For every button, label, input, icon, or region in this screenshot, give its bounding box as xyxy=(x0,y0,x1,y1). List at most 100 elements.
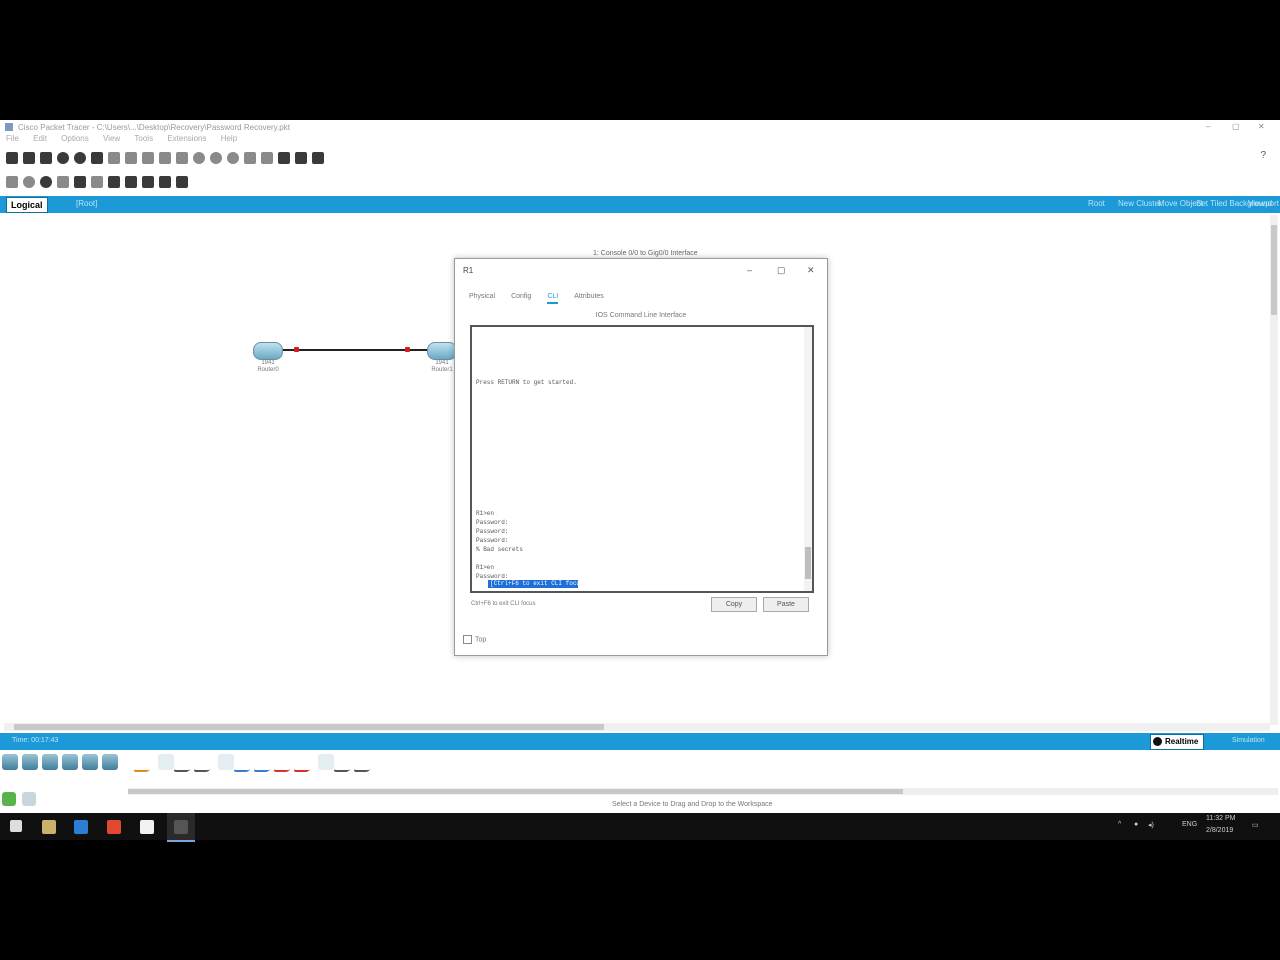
minimize-button[interactable]: – xyxy=(1206,122,1210,131)
redo-icon[interactable] xyxy=(176,152,188,164)
dialog-tabs: Physical Config CLI Attributes xyxy=(469,293,604,304)
freeform-icon[interactable] xyxy=(142,176,154,188)
palette-scrollbar[interactable] xyxy=(128,788,1278,795)
switches-icon[interactable] xyxy=(22,792,36,806)
cli-console[interactable]: Press RETURN to get started. R1>en Passw… xyxy=(470,325,814,593)
notepad-icon[interactable] xyxy=(140,820,154,834)
device-name-label: Router0 xyxy=(257,367,279,373)
app-icon xyxy=(5,123,13,131)
tab-physical[interactable]: Physical xyxy=(469,293,495,304)
simulation-button[interactable]: Simulation xyxy=(1232,737,1265,744)
file-explorer-icon[interactable] xyxy=(42,820,56,834)
console-selected-text: [Ctrl+F6 to exit CLI focus] xyxy=(490,580,588,587)
top-checkbox[interactable]: Top xyxy=(463,635,486,644)
open-icon[interactable] xyxy=(23,152,35,164)
taskbar-date[interactable]: 2/8/2019 xyxy=(1206,827,1233,834)
start-icon[interactable] xyxy=(10,820,22,832)
device-router1[interactable]: 1941 Router1 xyxy=(427,342,457,374)
language-indicator[interactable]: ENG xyxy=(1182,821,1197,828)
time-bar: Time: 00:17:43 Realtime Simulation xyxy=(0,733,1280,750)
cli-focus-hint: Ctrl+F6 to exit CLI focus xyxy=(471,601,536,607)
menu-tools[interactable]: Tools xyxy=(134,134,153,143)
menu-options[interactable]: Options xyxy=(61,134,89,143)
resize-shape-icon[interactable] xyxy=(57,176,69,188)
root-path: [Root] xyxy=(76,199,98,208)
zoom-in-icon[interactable] xyxy=(193,152,205,164)
auto-connect-icon[interactable] xyxy=(132,754,160,772)
menu-help[interactable]: Help xyxy=(221,134,237,143)
routers-icon[interactable] xyxy=(2,792,16,806)
menu-file[interactable]: File xyxy=(6,134,19,143)
network-devices-icon[interactable] xyxy=(2,754,18,770)
tab-config[interactable]: Config xyxy=(511,293,531,304)
menu-edit[interactable]: Edit xyxy=(33,134,47,143)
dialog-close-button[interactable]: ✕ xyxy=(807,265,815,276)
volume-tray-icon[interactable]: ◂) xyxy=(1148,821,1154,829)
notification-icon[interactable]: ▭ xyxy=(1252,821,1259,829)
menu-view[interactable]: View xyxy=(103,134,120,143)
link-endpoint-left xyxy=(294,347,299,352)
tray-chevron-icon[interactable]: ^ xyxy=(1118,821,1121,828)
taskbar-time[interactable]: 11:32 PM xyxy=(1206,815,1235,822)
draw-rectangle-icon[interactable] xyxy=(108,176,120,188)
console-line: % Bad secrets xyxy=(476,546,523,553)
save-icon[interactable] xyxy=(40,152,52,164)
copy-button[interactable]: Copy xyxy=(711,597,757,612)
device-dialog-icon[interactable] xyxy=(295,152,307,164)
edge-icon[interactable] xyxy=(74,820,88,834)
custom-devices-icon[interactable] xyxy=(261,152,273,164)
realtime-button[interactable]: Realtime xyxy=(1150,734,1205,750)
new-icon[interactable] xyxy=(6,152,18,164)
phone-icon[interactable] xyxy=(278,152,290,164)
components-icon[interactable] xyxy=(42,754,58,770)
checkbox-icon[interactable] xyxy=(463,635,472,644)
zoom-reset-icon[interactable] xyxy=(210,152,222,164)
end-devices-icon[interactable] xyxy=(22,754,38,770)
router-icon xyxy=(427,342,457,360)
close-button[interactable]: ✕ xyxy=(1258,122,1265,131)
undo-icon[interactable] xyxy=(159,152,171,164)
tab-cli[interactable]: CLI xyxy=(547,293,559,304)
add-complex-pdu-icon[interactable] xyxy=(176,176,188,188)
paste-icon[interactable] xyxy=(142,152,154,164)
network-tray-icon[interactable]: ● xyxy=(1134,821,1138,828)
paste-button[interactable]: Paste xyxy=(763,597,809,612)
tab-logical[interactable]: Logical xyxy=(6,197,48,213)
drawing-palette-icon[interactable] xyxy=(244,152,256,164)
octal-cable-icon[interactable] xyxy=(318,754,334,770)
add-simple-pdu-icon[interactable] xyxy=(159,176,171,188)
note-icon[interactable] xyxy=(74,176,86,188)
multiuser-icon[interactable] xyxy=(102,754,118,770)
dialog-maximize-button[interactable]: ▢ xyxy=(777,265,786,276)
network-info-icon[interactable] xyxy=(91,152,103,164)
device-router0[interactable]: 1941 Router0 xyxy=(253,342,283,374)
custom-device-icon[interactable] xyxy=(108,152,120,164)
print-icon[interactable] xyxy=(57,152,69,164)
select-icon[interactable] xyxy=(6,176,18,188)
workspace-vertical-scrollbar[interactable] xyxy=(1270,215,1278,725)
help-icon[interactable]: ? xyxy=(1260,150,1266,161)
zoom-out-icon[interactable] xyxy=(227,152,239,164)
draw-line-icon[interactable] xyxy=(91,176,103,188)
delete-icon[interactable] xyxy=(40,176,52,188)
draw-ellipse-icon[interactable] xyxy=(125,176,137,188)
dialog-minimize-button[interactable]: – xyxy=(747,265,752,275)
pdu-list-icon[interactable] xyxy=(312,152,324,164)
console-scrollbar[interactable] xyxy=(804,327,812,591)
brave-browser-icon[interactable] xyxy=(107,820,121,834)
console-cable-icon[interactable] xyxy=(158,754,174,770)
menu-extensions[interactable]: Extensions xyxy=(167,134,206,143)
viewport-button[interactable]: Viewport xyxy=(1248,199,1279,208)
activity-wizard-icon[interactable] xyxy=(74,152,86,164)
tab-attributes[interactable]: Attributes xyxy=(574,293,604,304)
inspect-icon[interactable] xyxy=(23,176,35,188)
copy-icon[interactable] xyxy=(125,152,137,164)
new-cluster-button[interactable]: New Cluster xyxy=(1118,199,1162,208)
root-button[interactable]: Root xyxy=(1088,199,1105,208)
connections-icon[interactable] xyxy=(62,754,78,770)
packet-tracer-taskbar-icon xyxy=(174,820,188,834)
fiber-cable-icon[interactable] xyxy=(218,754,234,770)
workspace-horizontal-scrollbar[interactable] xyxy=(4,723,1270,731)
maximize-button[interactable]: ▢ xyxy=(1232,122,1240,131)
miscellaneous-icon[interactable] xyxy=(82,754,98,770)
